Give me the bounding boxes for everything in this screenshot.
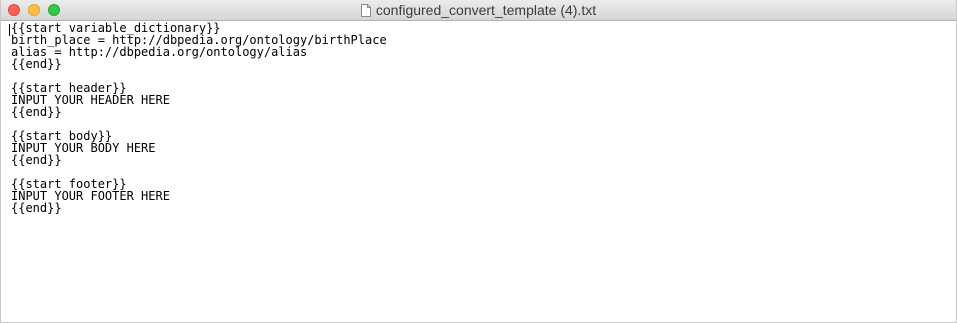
editor-line[interactable]: INPUT YOUR FOOTER HERE (9, 190, 956, 202)
editor-lines: {{start variable_dictionary}} birth_plac… (9, 22, 956, 214)
window-title: configured_convert_template (4).txt (375, 2, 597, 18)
editor-line[interactable]: {{end}} (9, 202, 956, 214)
editor-line[interactable]: {{end}} (9, 106, 956, 118)
editor-line[interactable] (9, 166, 956, 178)
editor-line[interactable] (9, 118, 956, 130)
editor-line[interactable] (9, 70, 956, 82)
document-icon (360, 3, 371, 17)
text-cursor (9, 24, 10, 36)
editor-line[interactable]: alias = http://dbpedia.org/ontology/alia… (9, 46, 956, 58)
editor-line[interactable]: {{end}} (9, 58, 956, 70)
editor-line[interactable]: INPUT YOUR BODY HERE (9, 142, 956, 154)
text-editor-window: configured_convert_template (4).txt {{st… (0, 0, 957, 323)
title-bar[interactable]: configured_convert_template (4).txt (1, 0, 956, 21)
editor-line[interactable]: INPUT YOUR HEADER HERE (9, 94, 956, 106)
text-editor-area[interactable]: {{start variable_dictionary}} birth_plac… (1, 21, 956, 321)
window-title-area: configured_convert_template (4).txt (1, 0, 956, 20)
editor-line[interactable]: {{end}} (9, 154, 956, 166)
